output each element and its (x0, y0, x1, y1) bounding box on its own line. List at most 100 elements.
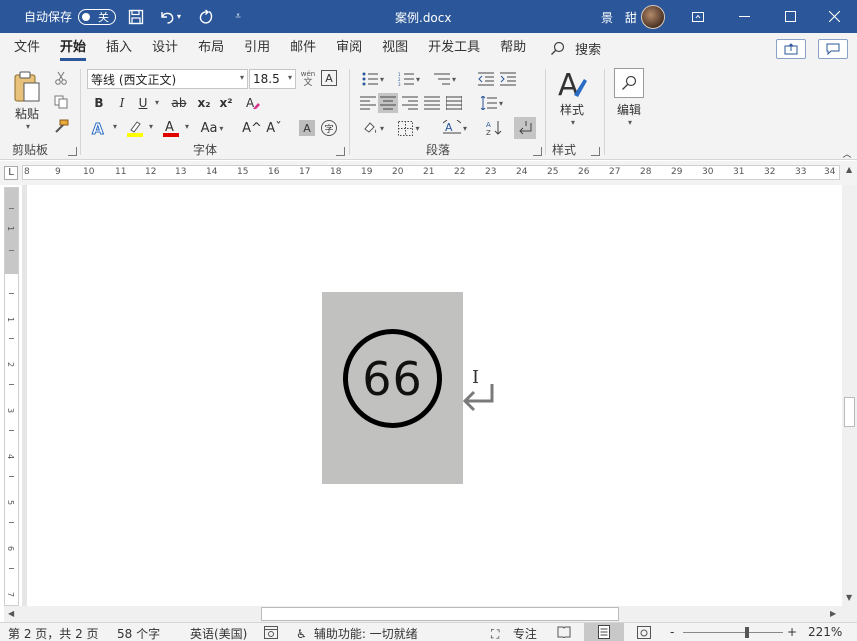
sort-icon[interactable]: AZ (484, 118, 504, 138)
change-case-dropdown-icon[interactable]: ▾ (219, 124, 223, 133)
tab-design[interactable]: 设计 (142, 33, 188, 63)
grow-font-button[interactable]: A^ (242, 118, 262, 138)
customize-qat-icon[interactable]: ⩡ (226, 5, 250, 29)
tab-review[interactable]: 审阅 (326, 33, 372, 63)
collapse-ribbon-icon[interactable]: ︿ (840, 147, 854, 160)
font-name-dropdown-icon[interactable]: ▾ (240, 73, 244, 82)
italic-button[interactable]: I (114, 94, 130, 112)
language-indicator[interactable]: 英语(美国) (190, 625, 247, 641)
styles-launcher-icon[interactable] (591, 147, 600, 156)
styles-dropdown-icon[interactable]: ▾ (571, 118, 575, 127)
tab-developer[interactable]: 开发工具 (418, 33, 490, 63)
font-launcher-icon[interactable] (336, 147, 345, 156)
tab-file[interactable]: 文件 (4, 33, 50, 63)
paste-button[interactable]: 粘贴 ▾ (12, 70, 42, 131)
superscript-button[interactable]: x² (217, 94, 235, 112)
avatar[interactable] (641, 5, 665, 29)
character-shading-icon[interactable]: A (299, 120, 315, 136)
distributed-icon[interactable] (444, 93, 464, 113)
zoom-slider-track[interactable] (683, 632, 783, 633)
change-case-button[interactable]: Aa ▾ (199, 118, 225, 138)
numbering-icon[interactable]: 1 2 3 ▾ (394, 69, 424, 89)
show-hide-marks-icon[interactable] (514, 117, 536, 139)
tab-mailings[interactable]: 邮件 (280, 33, 326, 63)
focus-mode-button[interactable]: ⛶ 专注 (491, 625, 537, 641)
font-name-combo[interactable]: 等线 (西文正文) ▾ (87, 69, 248, 89)
clear-formatting-icon[interactable]: A (243, 93, 263, 113)
enclosed-number-shape[interactable]: 66 (343, 329, 442, 428)
maximize-icon[interactable] (767, 0, 813, 33)
borders-icon[interactable]: ▾ (394, 118, 424, 138)
scroll-up-icon[interactable]: ▲ (846, 165, 852, 174)
vertical-scrollbar[interactable]: ▼ (842, 185, 857, 606)
font-size-dropdown-icon[interactable]: ▾ (288, 73, 292, 82)
text-effects-dropdown-icon[interactable]: ▾ (113, 122, 117, 131)
read-mode-icon[interactable] (557, 626, 571, 641)
align-center-icon[interactable] (378, 93, 398, 113)
tab-selector[interactable]: L (4, 166, 18, 180)
bold-button[interactable]: B (91, 94, 107, 112)
tab-references[interactable]: 引用 (234, 33, 280, 63)
macro-recording-icon[interactable] (264, 626, 278, 641)
tab-layout[interactable]: 布局 (188, 33, 234, 63)
editing-button[interactable]: 编辑 ▾ (614, 68, 644, 127)
highlight-color-icon[interactable] (125, 118, 145, 138)
user-name[interactable]: 景 甜 (601, 9, 641, 26)
shrink-font-button[interactable]: Aˇ (265, 118, 283, 138)
horizontal-scrollbar[interactable]: ◀ ▶ (4, 606, 842, 622)
editing-dropdown-icon[interactable]: ▾ (628, 118, 632, 127)
ribbon-display-options-icon[interactable] (675, 0, 721, 33)
paste-dropdown-icon[interactable]: ▾ (26, 122, 30, 131)
scroll-left-icon[interactable]: ◀ (8, 609, 14, 618)
scroll-right-icon[interactable]: ▶ (830, 609, 836, 618)
font-color-dropdown-icon[interactable]: ▾ (185, 122, 189, 131)
tab-view[interactable]: 视图 (372, 33, 418, 63)
web-layout-icon[interactable] (637, 626, 651, 641)
underline-button[interactable]: U (135, 94, 151, 112)
zoom-level[interactable]: 221% (808, 625, 842, 639)
highlight-dropdown-icon[interactable]: ▾ (149, 122, 153, 131)
chinese-layout-icon[interactable]: A ▾ (440, 118, 470, 138)
align-right-icon[interactable] (400, 93, 420, 113)
bullets-icon[interactable]: ▾ (358, 69, 388, 89)
word-count[interactable]: 58 个字 (117, 625, 160, 641)
search-box[interactable]: 搜索 (550, 39, 601, 58)
save-icon[interactable] (124, 5, 148, 29)
phonetic-guide-icon[interactable]: wén 文 (299, 68, 317, 90)
close-icon[interactable] (811, 0, 857, 33)
zoom-out-button[interactable]: - (670, 625, 674, 639)
font-size-combo[interactable]: 18.5 ▾ (249, 69, 296, 89)
align-left-icon[interactable] (358, 93, 378, 113)
print-layout-icon[interactable] (584, 623, 624, 641)
vertical-scroll-thumb[interactable] (844, 397, 855, 427)
shading-icon[interactable]: ▾ (358, 118, 388, 138)
character-border-icon[interactable]: A (321, 70, 337, 86)
horizontal-scroll-thumb[interactable] (261, 607, 619, 621)
zoom-in-button[interactable]: + (787, 625, 797, 639)
multilevel-list-icon[interactable]: ▾ (430, 69, 460, 89)
decrease-indent-icon[interactable] (476, 69, 496, 89)
autosave-toggle[interactable]: 关 (78, 8, 117, 25)
scroll-down-icon[interactable]: ▼ (846, 593, 852, 602)
copy-icon[interactable] (52, 93, 70, 111)
tab-help[interactable]: 帮助 (490, 33, 536, 63)
format-painter-icon[interactable] (52, 117, 70, 135)
underline-dropdown-icon[interactable]: ▾ (155, 98, 159, 107)
paragraph-launcher-icon[interactable] (533, 147, 542, 156)
vertical-ruler[interactable]: 1 1 2 3 4 5 6 7 (4, 187, 19, 606)
scroll-up-area[interactable]: ▲ (842, 161, 857, 185)
redo-icon[interactable] (194, 5, 218, 29)
accessibility-status[interactable]: ♿ 辅助功能: 一切就绪 (296, 625, 418, 641)
clipboard-launcher-icon[interactable] (68, 147, 77, 156)
zoom-slider-thumb[interactable] (745, 627, 749, 638)
undo-dropdown-icon[interactable]: ▾ (177, 12, 181, 21)
justify-icon[interactable] (422, 93, 442, 113)
comments-button[interactable] (818, 39, 848, 59)
styles-gallery-button[interactable]: A 样式 ▾ (556, 69, 588, 127)
tab-insert[interactable]: 插入 (96, 33, 142, 63)
undo-icon[interactable]: ▾ (158, 5, 182, 29)
subscript-button[interactable]: x₂ (195, 94, 213, 112)
text-effects-icon[interactable]: A (89, 118, 109, 138)
share-button[interactable] (776, 39, 806, 59)
enclose-characters-icon[interactable]: 字 (321, 120, 337, 136)
